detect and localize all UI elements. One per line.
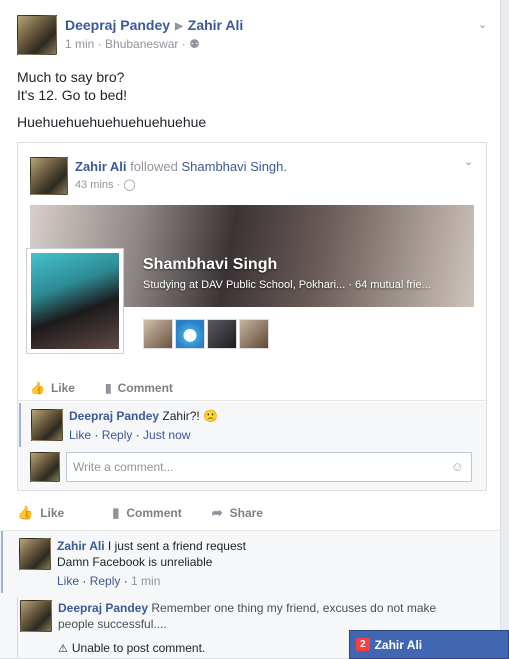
shared-author-link[interactable]: Zahir Ali: [75, 159, 127, 174]
comment-text: Zahir?! 🙁: [162, 409, 219, 423]
like-button[interactable]: 👍 Like: [30, 381, 75, 395]
smiley-icon[interactable]: ☺: [451, 459, 464, 474]
like-icon: 👍: [17, 505, 34, 520]
avatar[interactable]: [19, 538, 51, 570]
share-icon: ➦: [211, 505, 223, 520]
comment-text: I just sent a friend request: [107, 539, 246, 553]
like-label: Like: [40, 506, 65, 520]
comment-item: Deepraj Pandey Zahir?! 🙁 Like · Reply · …: [19, 403, 485, 447]
comment-like-link[interactable]: Like: [69, 428, 91, 442]
comment-author[interactable]: Deepraj Pandey: [58, 601, 148, 615]
comment-text: Damn Facebook is unreliable: [57, 555, 213, 569]
mutual-friend-avatar[interactable]: [207, 319, 237, 349]
globe-icon: ◯: [123, 179, 136, 191]
comment-author[interactable]: Zahir Ali: [57, 539, 105, 553]
profile-name[interactable]: Shambhavi Singh: [143, 256, 277, 274]
post-location[interactable]: Bhubaneswar: [105, 37, 178, 51]
mutual-friend-avatar[interactable]: [239, 319, 269, 349]
post-time[interactable]: 1 min: [65, 37, 94, 51]
shared-target-link[interactable]: Shambhavi Singh.: [181, 159, 287, 174]
comment-placeholder: Write a comment...: [73, 460, 174, 474]
avatar[interactable]: [17, 15, 57, 55]
feed-post: ⌄ Deepraj Pandey ▶ Zahir Ali 1 min · Bhuba…: [0, 0, 501, 659]
post-text: Much to say bro? It's 12. Go to bed! Hue…: [17, 68, 206, 131]
comment-reply-link[interactable]: Reply: [90, 574, 121, 588]
post-action-bar: 👍 Like ▮ Comment ➦ Share: [17, 500, 487, 526]
shared-header: Zahir Ali followed Shambhavi Singh. 43 m…: [30, 157, 287, 195]
chat-tab[interactable]: 2 Zahir Ali: [349, 630, 509, 659]
chevron-down-icon[interactable]: ⌄: [464, 155, 473, 168]
profile-picture[interactable]: [26, 248, 124, 354]
post-header: Deepraj Pandey ▶ Zahir Ali 1 min · Bhubane…: [17, 15, 243, 55]
shared-comments: Deepraj Pandey Zahir?! 🙁 Like · Reply · …: [18, 402, 486, 490]
post-line: Huehuehuehuehuehuehuehue: [17, 114, 207, 130]
unread-badge: 2: [356, 638, 370, 651]
error-message: Unable to post comment.: [71, 641, 206, 655]
author-link[interactable]: Deepraj Pandey: [65, 17, 170, 33]
comment-input[interactable]: Write a comment... ☺: [66, 452, 472, 482]
avatar[interactable]: [20, 600, 52, 632]
like-label: Like: [50, 380, 75, 395]
comment-reply-link[interactable]: Reply: [102, 428, 133, 442]
comment-author[interactable]: Deepraj Pandey: [69, 409, 159, 423]
comment-label: Comment: [126, 506, 182, 520]
chat-name: Zahir Ali: [374, 637, 423, 652]
comment-item: Zahir Ali I just sent a friend request D…: [1, 531, 500, 593]
shared-action-bar: 👍 Like ▮ Comment: [18, 375, 486, 401]
comment-time[interactable]: 1 min: [131, 574, 160, 588]
post-line: It's 12. Go to bed!: [17, 87, 128, 103]
like-icon: 👍: [30, 380, 45, 395]
avatar[interactable]: [30, 157, 68, 195]
share-label: Share: [229, 506, 263, 520]
profile-subtitle: Studying at DAV Public School, Pokhari..…: [143, 279, 431, 291]
write-comment-row: Write a comment... ☺: [30, 452, 472, 482]
shared-verb: followed: [130, 159, 178, 174]
shared-story: ⌄ Zahir Ali followed Shambhavi Singh. 43…: [17, 142, 487, 491]
target-link[interactable]: Zahir Ali: [188, 17, 244, 33]
comment-icon: ▮: [104, 380, 112, 395]
comment-button[interactable]: ▮ Comment: [105, 381, 173, 395]
comment-icon: ▮: [112, 505, 120, 520]
arrow-icon: ▶: [175, 21, 183, 32]
avatar: [30, 452, 60, 482]
chevron-down-icon[interactable]: ⌄: [478, 18, 487, 31]
friends-icon[interactable]: ⚉: [189, 37, 200, 51]
post-line: Much to say bro?: [17, 69, 125, 85]
mutual-friends: [143, 319, 271, 349]
like-button[interactable]: 👍 Like: [17, 505, 64, 521]
shared-time[interactable]: 43 mins: [75, 179, 114, 191]
comment-button[interactable]: ▮ Comment: [112, 505, 182, 521]
mutual-friend-avatar[interactable]: [143, 319, 173, 349]
share-button[interactable]: ➦ Share: [212, 505, 263, 521]
comment-like-link[interactable]: Like: [57, 574, 79, 588]
warning-icon: ⚠: [58, 643, 68, 655]
mutual-friend-avatar[interactable]: [175, 319, 205, 349]
comment-time[interactable]: Just now: [143, 428, 190, 442]
avatar[interactable]: [31, 409, 63, 441]
comment-label: Comment: [117, 380, 173, 395]
